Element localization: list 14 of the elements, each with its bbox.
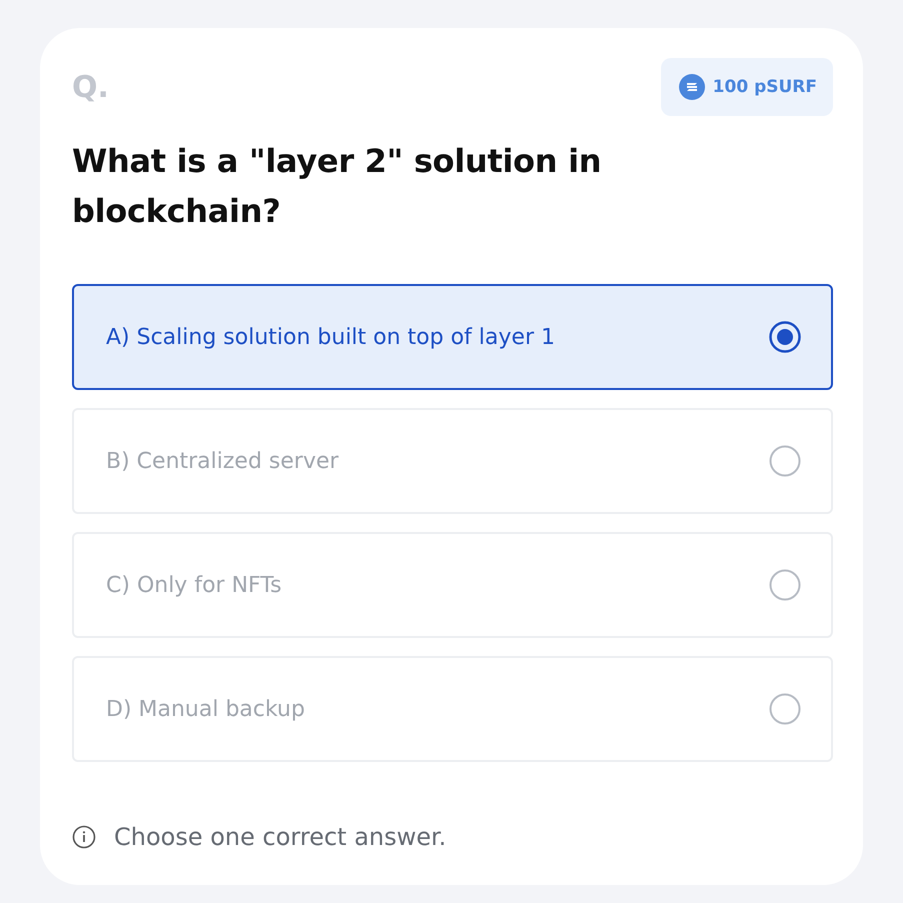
coin-icon (678, 74, 705, 100)
answer-option[interactable]: A) Scaling solution built on top of layer 1 (72, 284, 833, 390)
info-icon (72, 825, 96, 849)
question-text: What is a "layer 2" solution in blockchain? (72, 141, 602, 232)
answer-option[interactable]: B) Centralized server (72, 408, 833, 514)
reward-amount: 100 pSURF (712, 77, 817, 97)
radio-icon (769, 321, 801, 353)
answer-option[interactable]: C) Only for NFTs (72, 532, 833, 638)
question-label: Q. (72, 70, 109, 104)
radio-icon (769, 445, 801, 477)
radio-icon (769, 569, 801, 601)
radio-icon (769, 693, 801, 725)
hint-text: Choose one correct answer. (114, 823, 446, 851)
answer-option[interactable]: D) Manual backup (72, 656, 833, 762)
